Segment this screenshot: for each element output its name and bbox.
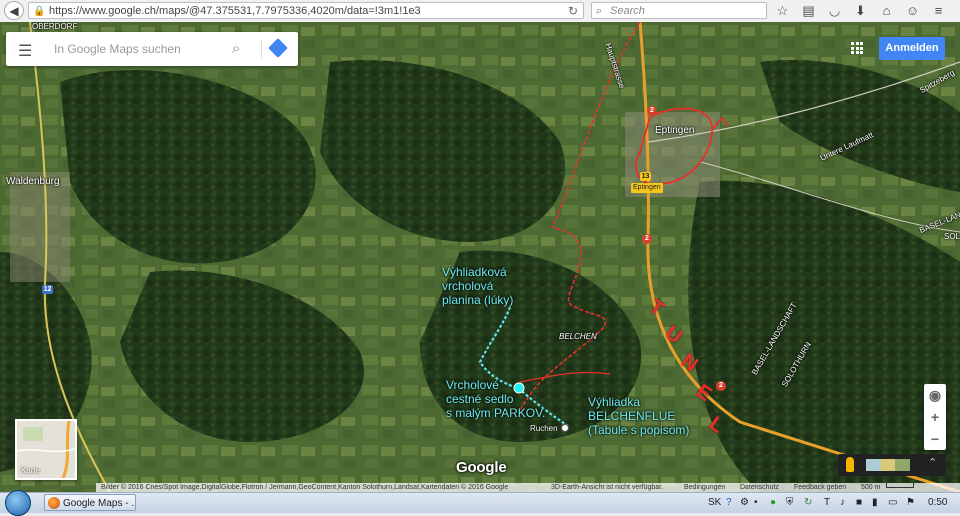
clock[interactable]: 0:50 [928,493,947,513]
smiley-icon[interactable]: ☺ [903,2,922,20]
maps-search-placeholder: In Google Maps suchen [54,42,181,56]
apps-grid-icon[interactable] [851,42,863,54]
system-tray: SK ? ⚙ • ● ⛨ ↻ T ♪ ■ ▮ ▭ ⚑ 0:50 [706,493,960,513]
url-bar[interactable]: 🔒 https://www.google.ch/maps/@47.375531,… [28,2,584,19]
browser-toolbar: ◀ 🔒 https://www.google.ch/maps/@47.37553… [0,0,960,23]
region-label-sol: SOL [944,232,960,241]
annotation-belchenflue: Výhliadka BELCHENFLUE (Tabule s popisom) [588,395,690,437]
road-shield-a2-south: 2 [716,381,726,391]
flag-icon[interactable]: ⚑ [906,493,915,513]
camera-icon[interactable]: ■ [856,493,862,513]
earth-view-notice: 3D-Earth-Ansicht ist nicht verfügbar. [551,484,664,491]
download-icon[interactable]: ⬇ [851,2,870,20]
battery-icon[interactable]: ▭ [888,493,897,513]
taskbar-window-title: Google Maps - ... [63,498,136,509]
expand-chevron-icon[interactable]: ⌃ [928,456,937,469]
place-label-oberdorf[interactable]: OBERDORF [32,22,77,31]
road-shield-13: 13 [640,172,651,181]
refresh-tray-icon[interactable]: ↻ [804,493,812,513]
pegman-icon[interactable] [846,457,854,472]
search-icon: ⌕ [596,5,603,17]
map-type-toggle[interactable]: Karte [15,419,77,480]
help-icon[interactable]: ? [726,493,732,513]
feedback-link[interactable]: Feedback geben [794,483,846,492]
start-button[interactable] [5,490,31,516]
menu-icon[interactable]: ≡ [929,2,948,20]
hamburger-menu-icon[interactable]: ☰ [18,41,32,61]
imagery-thumbnails[interactable] [866,459,910,471]
annotation-viewpoint-plateau: Výhliadková vrcholová planina (lúky) [442,265,514,307]
firefox-icon [48,497,60,509]
annotation-summit-saddle: Vrcholové cestné sedlo s malým PARKOV. [446,378,546,420]
place-label-waldenburg[interactable]: Waldenburg [6,176,60,187]
place-label-eptingen[interactable]: Eptingen [655,125,694,136]
update-icon[interactable]: ● [770,493,776,513]
scale-label: 500 m [861,484,881,491]
imagery-attribution: Bilder © 2016 Cnes/Spot Image,DigitalGlo… [101,484,509,491]
zoom-out-button[interactable]: − [924,428,946,450]
minimap-label: Karte [21,466,41,475]
maps-search-icon[interactable]: ⌕ [232,40,240,57]
google-logo: Google [456,459,507,476]
bullet-icon[interactable]: • [754,493,758,513]
map-footer: Bilder © 2016 Cnes/Spot Image,DigitalGlo… [96,483,960,492]
terms-link[interactable]: Bedingungen [684,483,725,492]
road-shield-12: 12 [42,285,53,294]
reading-list-icon[interactable]: ▤ [799,2,818,20]
shield-icon[interactable]: ⛨ [786,493,794,513]
exit-label-eptingen: Eptingen [631,183,663,193]
pocket-icon[interactable]: ◡ [825,2,844,20]
satellite-map[interactable]: Waldenburg OBERDORF Eptingen BELCHEN Ruc… [0,22,960,492]
url-text: https://www.google.ch/maps/@47.375531,7.… [49,5,421,17]
gear-icon[interactable]: ⚙ [740,493,749,513]
windows-taskbar: Google Maps - ... SK ? ⚙ • ● ⛨ ↻ T ♪ ■ ▮… [0,490,960,516]
place-label-belchen[interactable]: BELCHEN [559,332,597,341]
place-label-ruchen[interactable]: Ruchen [530,424,558,433]
my-location-icon[interactable]: ◉ [924,384,946,406]
language-indicator[interactable]: SK [708,493,721,513]
browser-search-field[interactable]: ⌕ Search [591,2,767,19]
street-view-bar: ⌃ [838,454,946,476]
privacy-link[interactable]: Datenschutz [740,483,779,492]
maps-search-box[interactable]: ☰ In Google Maps suchen ⌕ [6,32,298,66]
scale-bar [886,483,914,488]
text-icon[interactable]: T [824,493,830,513]
speaker-icon[interactable]: ♪ [840,493,845,513]
home-icon[interactable]: ⌂ [877,2,896,20]
back-icon[interactable]: ◀ [4,1,24,20]
zoom-in-button[interactable]: + [924,406,946,428]
road-shield-a2-mid: 2 [642,234,652,244]
taskbar-firefox-window[interactable]: Google Maps - ... [44,494,136,511]
sign-in-button[interactable]: Anmelden [879,37,945,60]
reload-icon[interactable]: ↻ [568,3,578,20]
road-shield-a2-north: 2 [647,106,657,116]
directions-icon[interactable] [268,38,288,58]
browser-toolbar-icons: ☆ ▤ ◡ ⬇ ⌂ ☺ ≡ [773,1,948,21]
network-icon[interactable]: ▮ [872,493,878,513]
search-divider [261,40,262,58]
lock-icon: 🔒 [33,6,46,17]
bookmark-star-icon[interactable]: ☆ [773,2,792,20]
browser-search-placeholder: Search [610,5,645,17]
satellite-imagery [0,22,960,492]
zoom-controls: ◉ + − [924,384,946,450]
